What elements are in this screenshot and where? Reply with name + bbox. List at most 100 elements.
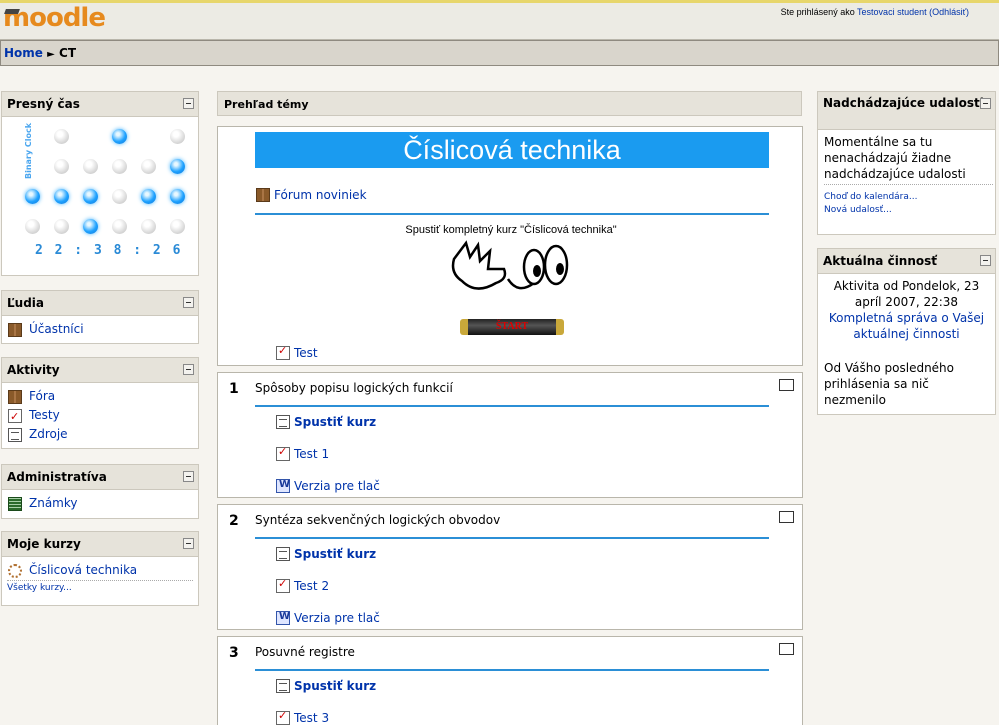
activities-block: Aktivity Fóra Testy Zdroje	[1, 357, 199, 449]
topic-3: 3 Posuvné registre Spustiť kurz Test 3	[217, 636, 803, 725]
section-number: 3	[229, 645, 239, 661]
logout-link[interactable]: (Odhlásiť)	[929, 7, 969, 17]
clock-led	[25, 219, 40, 234]
grades-icon	[8, 496, 22, 511]
clock-led	[83, 189, 98, 204]
clock-block-header: Presný čas	[2, 92, 198, 117]
forums-link[interactable]: Fóra	[8, 387, 192, 406]
people-block-header: Ľudia	[2, 291, 198, 316]
collapse-icon[interactable]	[183, 364, 194, 375]
breadcrumb-separator: ►	[47, 49, 55, 60]
section-number: 2	[229, 513, 239, 529]
course-banner: Číslicová technika	[255, 132, 769, 168]
divider	[255, 669, 769, 671]
login-info: Ste prihlásený ako Testovaci student (Od…	[780, 7, 969, 17]
clock-led	[170, 219, 185, 234]
site-header: moodle Ste prihlásený ako Testovaci stud…	[0, 3, 999, 40]
start-button[interactable]: ŠTART	[460, 319, 564, 335]
print-version-link[interactable]: Verzia pre tlač	[276, 479, 380, 493]
users-icon	[8, 322, 22, 337]
mycourses-block-header: Moje kurzy	[2, 532, 198, 557]
quizzes-link[interactable]: Testy	[8, 406, 192, 426]
run-course-link[interactable]: Spustiť kurz	[276, 679, 376, 693]
test-link[interactable]: Test 2	[276, 577, 329, 593]
topic-outline-header: Prehľad témy	[217, 91, 802, 116]
grades-link[interactable]: Známky	[8, 494, 192, 513]
divider	[255, 405, 769, 407]
no-events-text: Momentálne sa tu nenachádzajú žiadne nad…	[824, 134, 993, 185]
clock-led	[141, 159, 156, 174]
breadcrumb-current: CT	[59, 46, 77, 60]
section-title: Spôsoby popisu logických funkcií	[255, 381, 453, 395]
clock-block: Presný čas Binary Clock 2 2 : 3 8 : 2 6	[1, 91, 199, 276]
calendar-link[interactable]: Choď do kalendára...	[824, 192, 918, 202]
clock-led	[112, 159, 127, 174]
collapse-icon[interactable]	[183, 471, 194, 482]
participants-link[interactable]: Účastníci	[8, 320, 192, 339]
highlight-toggle[interactable]	[779, 379, 794, 391]
clock-led	[112, 129, 127, 144]
clock-led	[141, 189, 156, 204]
topic-2: 2 Syntéza sekvenčných logických obvodov …	[217, 504, 803, 630]
print-version-link[interactable]: Verzia pre tlač	[276, 611, 380, 625]
news-forum-link[interactable]: Fórum noviniek	[256, 188, 367, 202]
moodle-logo[interactable]: moodle	[3, 3, 106, 33]
admin-block: Administratíva Známky	[1, 464, 199, 519]
upcoming-events-header: Nadchádzajúce udalosti	[818, 92, 995, 130]
clock-led	[54, 189, 69, 204]
test-link[interactable]: Test	[276, 344, 318, 360]
highlight-toggle[interactable]	[779, 511, 794, 523]
resource-icon	[8, 427, 22, 442]
user-profile-link[interactable]: Testovaci student	[857, 7, 927, 17]
resource-icon	[276, 679, 290, 693]
topic-0: Číslicová technika Fórum noviniek Spusti…	[217, 126, 803, 366]
clock-led	[170, 189, 185, 204]
breadcrumb: Home ► CT	[4, 46, 76, 60]
collapse-icon[interactable]	[183, 538, 194, 549]
clock-led	[54, 219, 69, 234]
quiz-icon	[8, 407, 22, 426]
word-document-icon	[276, 611, 290, 625]
collapse-icon[interactable]	[183, 297, 194, 308]
resources-link[interactable]: Zdroje	[8, 425, 192, 444]
highlight-toggle[interactable]	[779, 643, 794, 655]
all-courses-link[interactable]: Všetky kurzy...	[7, 583, 72, 593]
word-document-icon	[276, 479, 290, 493]
run-course-link[interactable]: Spustiť kurz	[276, 547, 376, 561]
collapse-icon[interactable]	[980, 255, 991, 266]
section-title: Syntéza sekvenčných logických obvodov	[255, 513, 501, 527]
clock-digits: 2 2 : 3 8 : 2 6	[35, 243, 183, 258]
start-course-text: Spustiť kompletný kurz "Číslicová techni…	[405, 224, 617, 236]
course-link[interactable]: Číslicová technika	[8, 561, 192, 580]
breadcrumb-home[interactable]: Home	[4, 46, 43, 60]
topic-1: 1 Spôsoby popisu logických funkcií Spust…	[217, 372, 803, 498]
clock-led	[54, 129, 69, 144]
collapse-icon[interactable]	[183, 98, 194, 109]
clock-led	[112, 219, 127, 234]
admin-block-header: Administratíva	[2, 465, 198, 490]
clock-led	[83, 219, 98, 234]
activity-since-text: Aktivita od Pondelok, 23 apríl 2007, 22:…	[833, 279, 980, 309]
quiz-icon	[276, 709, 290, 725]
clock-led	[141, 219, 156, 234]
clock-led	[170, 159, 185, 174]
binary-clock-label: Binary Clock	[24, 122, 33, 179]
new-event-link[interactable]: Nová udalosť...	[824, 205, 892, 215]
navbar: Home ► CT	[0, 40, 999, 66]
recent-activity-header: Aktuálna činnosť	[818, 249, 995, 274]
mortarboard-icon	[4, 9, 20, 14]
test-link[interactable]: Test 3	[276, 709, 329, 725]
resource-icon	[276, 415, 290, 429]
full-report-link[interactable]: Kompletná správa o Vašej aktuálnej činno…	[829, 311, 984, 341]
course-icon	[8, 563, 22, 578]
nothing-changed-text: Od Vášho posledného prihlásenia sa nič n…	[824, 361, 955, 407]
quiz-icon	[276, 344, 290, 360]
resource-icon	[276, 547, 290, 561]
run-course-link[interactable]: Spustiť kurz	[276, 415, 376, 429]
quiz-icon	[276, 577, 290, 593]
clock-led	[54, 159, 69, 174]
forum-icon	[256, 188, 270, 202]
cartoon-mascot	[451, 240, 569, 290]
collapse-icon[interactable]	[980, 98, 991, 109]
test-link[interactable]: Test 1	[276, 445, 329, 461]
